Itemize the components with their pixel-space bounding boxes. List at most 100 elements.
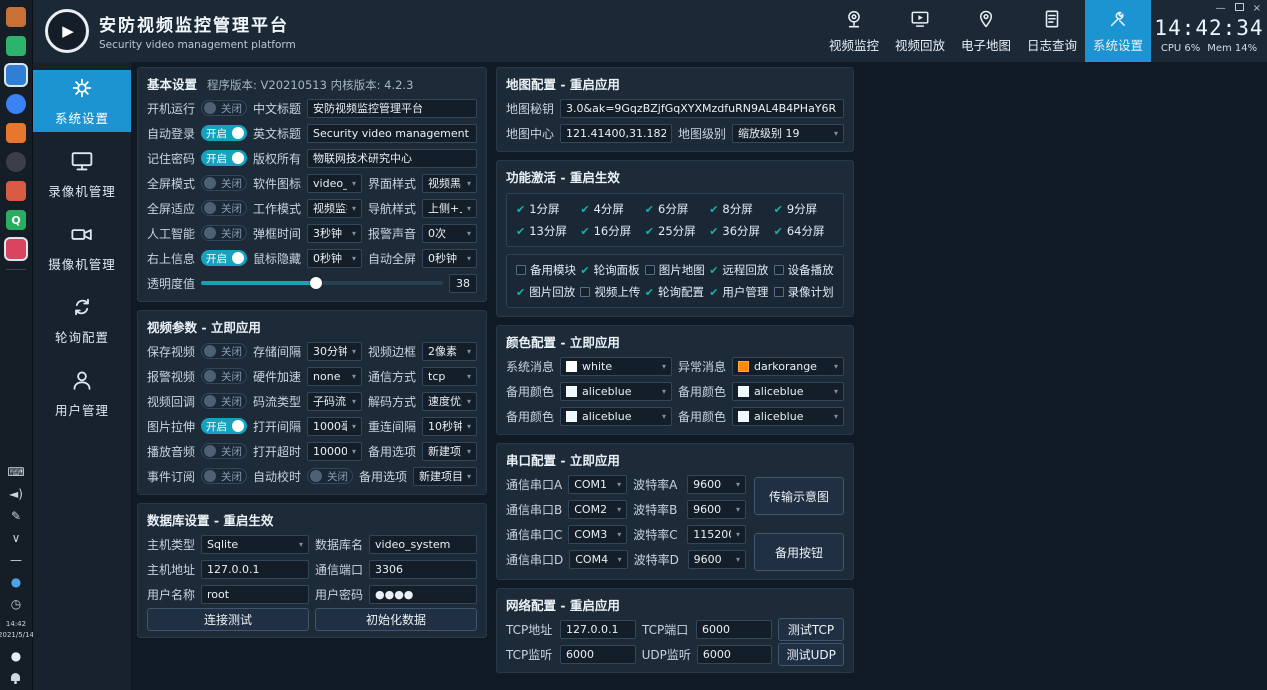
- checkbox-item[interactable]: ✔轮询面板: [580, 262, 640, 278]
- checkbox-item[interactable]: ✔8分屏: [709, 201, 769, 217]
- app-green-icon[interactable]: [6, 36, 26, 56]
- toggle-off[interactable]: 关闭: [201, 100, 247, 116]
- checkbox-item[interactable]: ✔9分屏: [774, 201, 834, 217]
- checkbox-item[interactable]: 备用模块: [516, 262, 576, 278]
- dropdown-select[interactable]: 0次▾: [422, 224, 477, 243]
- dropdown-select[interactable]: Sqlite▾: [201, 535, 309, 554]
- chevron-down-icon[interactable]: ∨: [12, 532, 21, 544]
- dropdown-select[interactable]: 1000毫秒▾: [307, 417, 362, 436]
- text-input[interactable]: Security video management platform: [307, 124, 477, 143]
- text-input[interactable]: root: [201, 585, 309, 604]
- color-select[interactable]: darkorange▾: [732, 357, 844, 376]
- color-select[interactable]: aliceblue▾: [732, 382, 844, 401]
- pen-icon[interactable]: ✎: [11, 510, 21, 522]
- checkbox-item[interactable]: 设备播放: [774, 262, 834, 278]
- color-select[interactable]: aliceblue▾: [560, 382, 672, 401]
- app-q-green-icon[interactable]: Q: [6, 210, 26, 230]
- dropdown-select[interactable]: 9600▾: [687, 500, 746, 519]
- dropdown-select[interactable]: COM4▾: [569, 550, 627, 569]
- dropdown-select[interactable]: 新建项目▾: [413, 467, 477, 486]
- sidebar-item-system-settings[interactable]: 系统设置: [33, 70, 131, 132]
- dropdown-select[interactable]: 视频黑▾: [422, 174, 477, 193]
- minimize-strip-icon[interactable]: —: [10, 554, 22, 566]
- app-files-blue-icon[interactable]: [6, 65, 26, 85]
- text-input[interactable]: 127.0.0.1: [560, 620, 636, 639]
- blue-ball-icon[interactable]: ●: [11, 576, 21, 588]
- toggle-off[interactable]: 关闭: [201, 200, 247, 216]
- toggle-off[interactable]: 关闭: [201, 468, 247, 484]
- sidebar-item-camera-mgmt[interactable]: 摄像机管理: [33, 216, 131, 278]
- checkbox-item[interactable]: ✔6分屏: [645, 201, 705, 217]
- toggle-on[interactable]: 开启: [201, 150, 247, 166]
- dropdown-select[interactable]: 10000毫秒▾: [307, 442, 362, 461]
- dropdown-select[interactable]: 3秒钟▾: [307, 224, 362, 243]
- toggle-off[interactable]: 关闭: [201, 225, 247, 241]
- dropdown-select[interactable]: 0秒钟▾: [422, 249, 477, 268]
- minimize-button[interactable]: —: [1216, 4, 1226, 14]
- toggle-off[interactable]: 关闭: [201, 368, 247, 384]
- dropdown-select[interactable]: 新建项目▾: [422, 442, 477, 461]
- toggle-on[interactable]: 开启: [201, 418, 247, 434]
- dropdown-select[interactable]: tcp▾: [422, 367, 477, 386]
- checkbox-item[interactable]: ✔用户管理: [709, 284, 769, 300]
- toggle-off[interactable]: 关闭: [201, 393, 247, 409]
- dropdown-select[interactable]: 2像素▾: [422, 342, 477, 361]
- checkbox-item[interactable]: ✔图片回放: [516, 284, 576, 300]
- dropdown-select[interactable]: 9600▾: [687, 475, 746, 494]
- checkbox-item[interactable]: ✔4分屏: [580, 201, 640, 217]
- toggle-off[interactable]: 关闭: [307, 468, 353, 484]
- keyboard-icon[interactable]: ⌨: [7, 466, 24, 478]
- bell-icon[interactable]: [11, 671, 20, 683]
- sidebar-item-recorder-mgmt[interactable]: 录像机管理: [33, 143, 131, 205]
- nav-system-settings[interactable]: 系统设置: [1085, 0, 1151, 62]
- dropdown-select[interactable]: 视频监控▾: [307, 199, 362, 218]
- dropdown-select[interactable]: 上侧+上侧▾: [422, 199, 477, 218]
- dropdown-select[interactable]: 子码流▾: [307, 392, 362, 411]
- dropdown-select[interactable]: 速度优先▾: [422, 392, 477, 411]
- text-input[interactable]: 127.0.0.1: [201, 560, 309, 579]
- toggle-off[interactable]: 关闭: [201, 175, 247, 191]
- toggle-off[interactable]: 关闭: [201, 443, 247, 459]
- dropdown-select[interactable]: 30分钟▾: [307, 342, 362, 361]
- checkbox-item[interactable]: ✔1分屏: [516, 201, 576, 217]
- checkbox-item[interactable]: 图片地图: [645, 262, 705, 278]
- text-input[interactable]: 6000: [697, 645, 773, 664]
- dropdown-select[interactable]: 115200▾: [687, 525, 746, 544]
- app-video-platform-icon[interactable]: [6, 239, 26, 259]
- dropdown-select[interactable]: COM2▾: [568, 500, 627, 519]
- checkbox-item[interactable]: 录像计划: [774, 284, 834, 300]
- dropdown-select[interactable]: 9600▾: [688, 550, 746, 569]
- color-select[interactable]: aliceblue▾: [560, 407, 672, 426]
- side-button[interactable]: 传输示意图: [754, 477, 844, 515]
- maximize-button[interactable]: [1235, 3, 1244, 14]
- action-button[interactable]: 测试TCP: [778, 618, 844, 641]
- text-input[interactable]: 物联网技术研究中心: [307, 149, 477, 168]
- opacity-slider[interactable]: [201, 275, 443, 291]
- volume-icon[interactable]: ◄): [9, 488, 23, 500]
- action-button[interactable]: 连接测试: [147, 608, 309, 631]
- checkbox-item[interactable]: ✔25分屏: [645, 223, 705, 239]
- checkbox-item[interactable]: ✔远程回放: [709, 262, 769, 278]
- checkbox-item[interactable]: ✔轮询配置: [645, 284, 705, 300]
- side-button[interactable]: 备用按钮: [754, 533, 844, 571]
- app-ide-dark-icon[interactable]: [6, 152, 26, 172]
- app-orange-grid-icon[interactable]: [6, 123, 26, 143]
- toggle-off[interactable]: 关闭: [201, 343, 247, 359]
- color-select[interactable]: white▾: [560, 357, 672, 376]
- checkbox-item[interactable]: ✔16分屏: [580, 223, 640, 239]
- sidebar-item-user-mgmt[interactable]: 用户管理: [33, 362, 131, 424]
- toggle-on[interactable]: 开启: [201, 250, 247, 266]
- nav-video-playback[interactable]: 视频回放: [887, 0, 953, 62]
- clock-icon[interactable]: ◷: [11, 598, 21, 610]
- close-button[interactable]: ×: [1253, 4, 1261, 14]
- text-input[interactable]: 6000: [696, 620, 772, 639]
- status-dot-icon[interactable]: ●: [11, 650, 21, 662]
- app-gimp-icon[interactable]: [6, 7, 26, 27]
- dropdown-select[interactable]: 0秒钟▾: [307, 249, 362, 268]
- nav-e-map[interactable]: 电子地图: [953, 0, 1019, 62]
- toggle-on[interactable]: 开启: [201, 125, 247, 141]
- text-input[interactable]: 6000: [560, 645, 636, 664]
- checkbox-item[interactable]: ✔13分屏: [516, 223, 576, 239]
- text-input[interactable]: 3306: [369, 560, 477, 579]
- text-input[interactable]: 安防视频监控管理平台: [307, 99, 477, 118]
